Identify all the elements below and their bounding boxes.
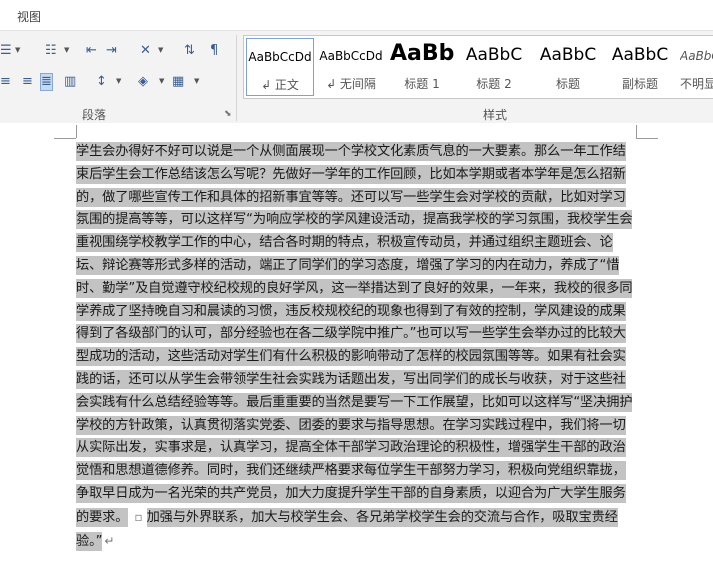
document-paragraph[interactable]: 学生会办得好不好可以说是一个从侧面展现一个学校文化素质气息的一大要素。那么一年工…	[76, 141, 636, 553]
shading-dropdown-icon[interactable]: ▼	[159, 77, 164, 85]
style-preview: AaBbC	[465, 45, 523, 65]
show-marks-icon[interactable]: ¶	[210, 43, 218, 59]
tab-view[interactable]: 视图	[17, 8, 41, 25]
margin-corner-right	[636, 125, 637, 138]
style-preview: AaBbCcDd	[319, 49, 383, 63]
distributed-icon[interactable]: ▥	[64, 74, 76, 90]
align-center-icon[interactable]: ≡	[0, 74, 11, 90]
paragraph-launcher-icon[interactable]: ⬊	[224, 109, 232, 119]
object-anchor-icon: ▫	[134, 509, 143, 524]
selected-text[interactable]: 学生会办得好不好可以说是一个从侧面展现一个学校文化素质气息的一大要素。那么一年工…	[76, 142, 633, 527]
style-name: 不明显	[680, 77, 713, 91]
selected-text-tail[interactable]: 加强与外界联系，加大与校学生会、各兄弟学校学生会的交流与合作，吸取宝贵经验。”	[76, 507, 618, 551]
multilevel-dropdown-icon[interactable]: ▼	[64, 46, 69, 54]
group-label-paragraph: 段落	[82, 108, 107, 122]
numbering-icon[interactable]: ☰	[0, 43, 12, 59]
style-name: ↲ 无间隔	[326, 77, 376, 91]
line-spacing-icon[interactable]: ↕	[96, 74, 107, 90]
sort-icon[interactable]: ⇅	[184, 43, 195, 59]
style-preview: AaBbC	[611, 45, 669, 65]
style-preview: AaBb	[390, 41, 454, 66]
borders-dropdown-icon[interactable]: ▼	[194, 77, 199, 85]
shading-icon[interactable]: ◈	[138, 74, 148, 90]
document-page[interactable]: 学生会办得好不好可以说是一个从侧面展现一个学校文化素质气息的一大要素。那么一年工…	[0, 123, 713, 576]
style-preview: AaBbCc	[680, 49, 713, 63]
style-name: ↲ 正文	[261, 78, 299, 92]
margin-corner-left-h	[54, 138, 76, 139]
style-name: 标题 1	[404, 77, 440, 91]
ribbon-tab-bar: 视图	[0, 0, 713, 30]
style-subtitle[interactable]: AaBbC 副标题	[604, 38, 676, 94]
justify-icon[interactable]: ≣	[40, 73, 53, 91]
group-divider	[236, 35, 237, 121]
style-no-spacing[interactable]: AaBbCcDd ↲ 无间隔	[316, 38, 386, 94]
style-heading-1[interactable]: AaBb 标题 1	[390, 38, 454, 94]
styles-gallery: AaBbCcDd ↲ 正文 AaBbCcDd ↲ 无间隔 AaBb 标题 1 A…	[243, 35, 713, 99]
line-spacing-dropdown-icon[interactable]: ▼	[116, 77, 121, 85]
group-label-styles: 样式	[483, 108, 508, 122]
margin-corner-left	[76, 125, 77, 138]
margin-corner-right-h	[636, 138, 658, 139]
multilevel-list-icon[interactable]: ☷	[45, 43, 57, 59]
style-name: 标题 2	[476, 77, 512, 91]
ribbon-home: ☰ ▼ ☷ ▼ ⇤ ⇥ ✕ ▼ ⇅ ¶ ≡ ≡ ≣ ▥ ↕ ▼ ◈ ▼ ▦ ▼ …	[0, 30, 713, 124]
chinese-layout-dropdown-icon[interactable]: ▼	[158, 46, 163, 54]
style-name: 副标题	[621, 77, 658, 91]
increase-indent-icon[interactable]: ⇥	[106, 43, 117, 59]
style-heading-2[interactable]: AaBbC 标题 2	[458, 38, 530, 94]
borders-icon[interactable]: ▦	[172, 74, 184, 90]
style-title[interactable]: AaBbC 标题	[534, 38, 602, 94]
style-normal[interactable]: AaBbCcDd ↲ 正文	[246, 38, 314, 96]
style-preview: AaBbC	[539, 45, 597, 65]
style-subtle-emphasis[interactable]: AaBbCc 不明显	[680, 38, 713, 94]
align-right-icon[interactable]: ≡	[22, 74, 33, 90]
numbering-dropdown-icon[interactable]: ▼	[15, 46, 20, 54]
decrease-indent-icon[interactable]: ⇤	[86, 43, 97, 59]
style-name: 标题	[555, 77, 580, 91]
style-preview: AaBbCcDd	[248, 50, 312, 64]
paragraph-mark-icon: ↵	[104, 533, 115, 548]
chinese-layout-icon[interactable]: ✕	[140, 43, 151, 59]
